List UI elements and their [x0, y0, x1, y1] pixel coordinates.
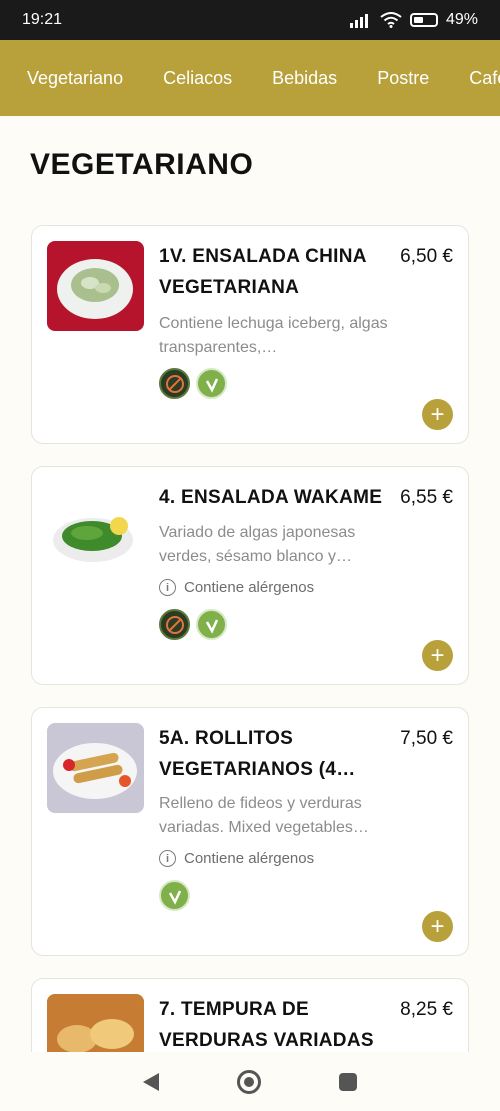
diet-badges	[159, 609, 227, 640]
info-icon: i	[159, 850, 176, 867]
tab-postre[interactable]: Postre	[377, 68, 429, 89]
diet-badges	[159, 880, 190, 911]
wifi-icon	[380, 12, 402, 28]
item-price: 6,55 €	[400, 487, 453, 508]
item-price: 6,50 €	[400, 246, 453, 267]
status-time: 19:21	[22, 11, 63, 28]
item-description: Variado de algas japonesas verdes, sésam…	[159, 524, 356, 565]
item-description: Contiene lechuga iceberg, algas transpar…	[159, 315, 388, 356]
tab-bebidas[interactable]: Bebidas	[272, 68, 337, 89]
allergen-notice[interactable]: i Contiene alérgenos	[159, 850, 314, 867]
system-nav-bar	[0, 1052, 500, 1111]
menu-item-card[interactable]: 4. ENSALADA WAKAME 6,55 € Variado de alg…	[31, 466, 469, 685]
item-price: 8,25 €	[400, 999, 453, 1020]
section-title: VEGETARIANO	[30, 148, 254, 181]
allergen-label: Contiene alérgenos	[184, 850, 315, 867]
back-icon[interactable]	[143, 1072, 159, 1091]
home-icon[interactable]	[237, 1069, 261, 1094]
category-tabs: Vegetariano Celiacos Bebidas Postre Cafe	[0, 40, 500, 116]
vegetarian-icon	[196, 609, 227, 640]
item-title: 7. TEMPURA DE VERDURAS VARIADAS	[159, 999, 374, 1051]
add-to-cart-button[interactable]: +	[422, 911, 453, 942]
recent-apps-icon[interactable]	[339, 1072, 357, 1091]
dish-photo	[47, 482, 144, 572]
tab-vegetariano[interactable]: Vegetariano	[27, 68, 123, 89]
menu-item-card[interactable]: 1V. ENSALADA CHINA VEGETARIANA 6,50 € Co…	[31, 225, 469, 444]
allergen-notice[interactable]: i Contiene alérgenos	[159, 579, 314, 596]
item-title: 4. ENSALADA WAKAME	[159, 487, 383, 508]
battery-fill	[413, 17, 424, 23]
status-icons: 49%	[349, 11, 478, 29]
item-description: Relleno de fideos y verduras variadas. M…	[159, 795, 369, 836]
tab-cafe[interactable]: Cafe	[469, 68, 500, 89]
vegetarian-icon	[159, 880, 190, 911]
vegetarian-icon	[196, 368, 227, 399]
diet-badges	[159, 368, 227, 399]
battery-icon	[409, 13, 438, 27]
dish-photo	[47, 241, 144, 331]
add-to-cart-button[interactable]: +	[422, 399, 453, 430]
gluten-free-icon	[159, 368, 190, 399]
dish-photo	[47, 723, 144, 813]
gluten-free-icon	[159, 609, 190, 640]
item-title: 1V. ENSALADA CHINA VEGETARIANA	[159, 246, 367, 298]
signal-icon	[349, 14, 368, 28]
allergen-label: Contiene alérgenos	[184, 579, 315, 596]
battery-percent: 49%	[445, 11, 478, 28]
add-to-cart-button[interactable]: +	[422, 640, 453, 671]
item-price: 7,50 €	[400, 728, 453, 749]
menu-item-card[interactable]: 5A. ROLLITOS VEGETARIANOS (4… 7,50 € Rel…	[31, 707, 469, 956]
info-icon: i	[159, 579, 176, 596]
status-bar: 19:21 49%	[0, 0, 500, 40]
item-title: 5A. ROLLITOS VEGETARIANOS (4…	[159, 728, 356, 780]
tab-celiacos[interactable]: Celiacos	[163, 68, 232, 89]
